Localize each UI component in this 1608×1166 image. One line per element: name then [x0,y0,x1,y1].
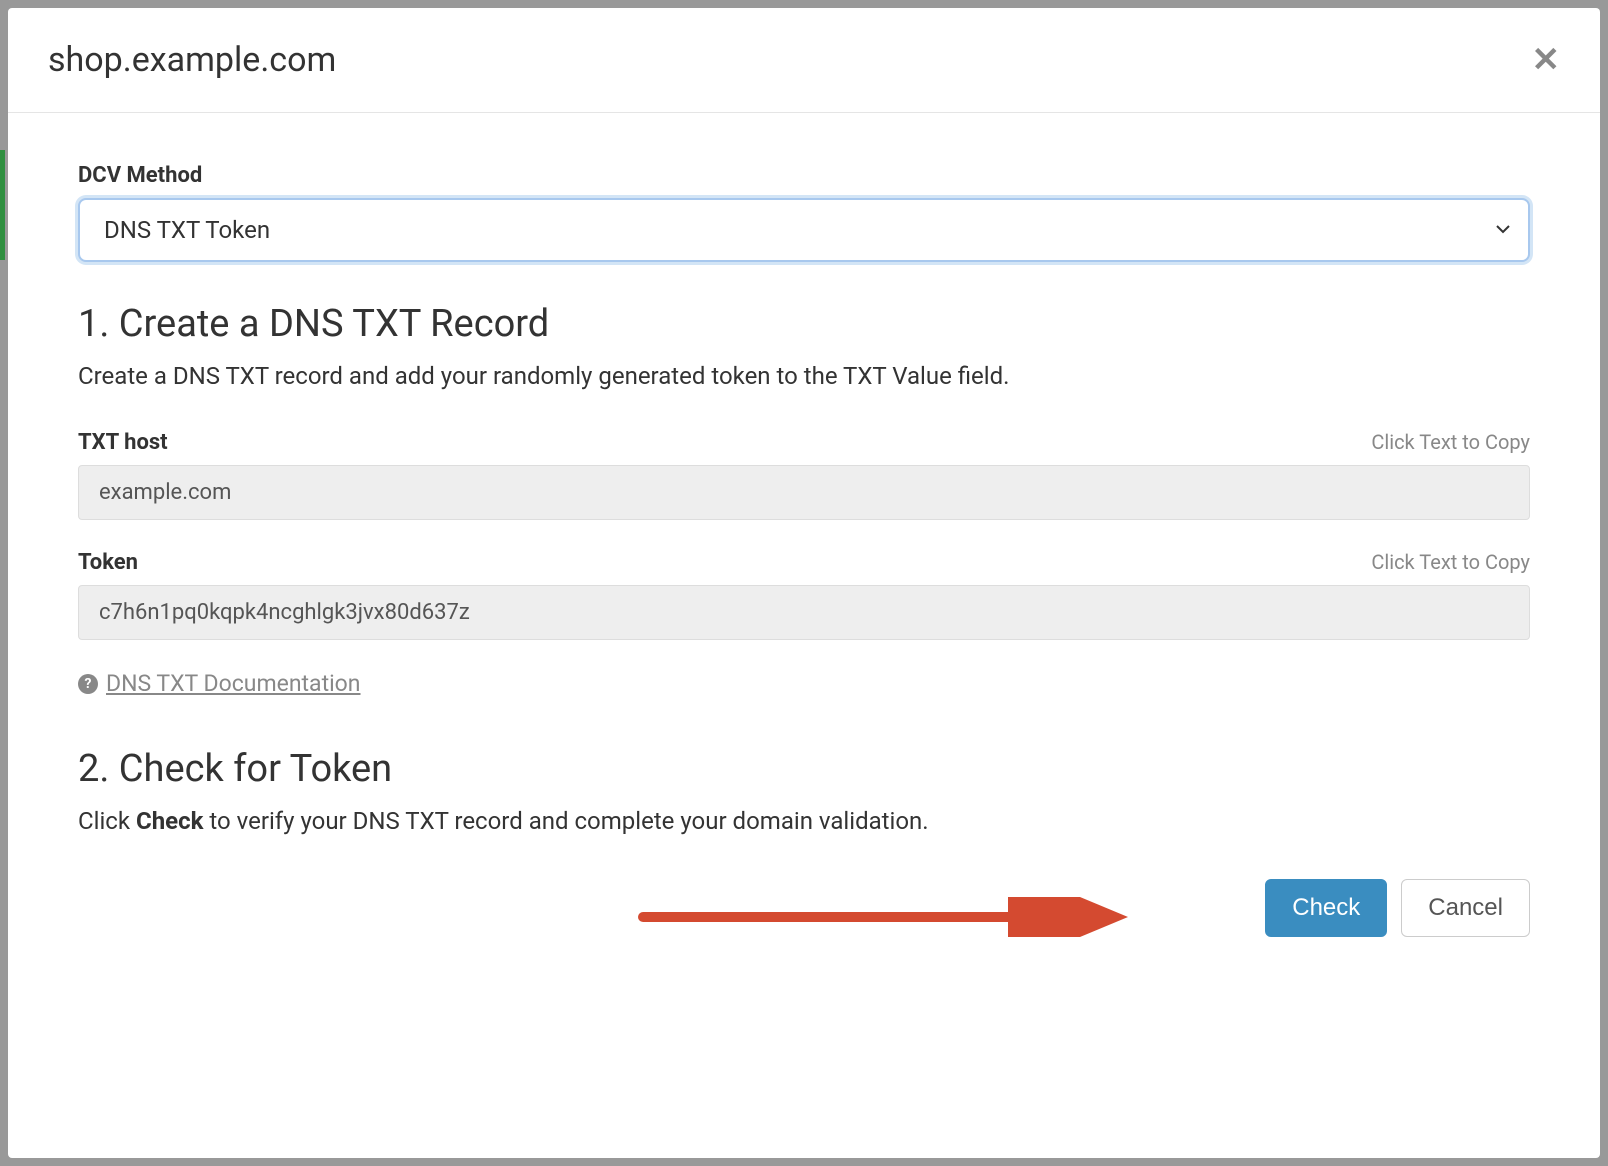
section1-heading: 1. Create a DNS TXT Record [78,302,1530,346]
cancel-button[interactable]: Cancel [1401,879,1530,937]
section2-desc-prefix: Click [78,807,136,835]
dcv-method-select-wrapper: DNS TXT Token [78,198,1530,262]
doc-link-text: DNS TXT Documentation [106,670,361,697]
dns-txt-documentation-link[interactable]: ? DNS TXT Documentation [78,670,361,697]
section2-desc-bold: Check [136,807,203,835]
modal-header: shop.example.com ✕ [8,8,1600,113]
dcv-method-select[interactable]: DNS TXT Token [78,198,1530,262]
section2-heading: 2. Check for Token [78,747,1530,791]
section2-desc-suffix: to verify your DNS TXT record and comple… [203,807,928,835]
modal-title: shop.example.com [48,40,336,80]
dcv-modal: shop.example.com ✕ DCV Method DNS TXT To… [8,8,1600,1158]
token-copy-hint: Click Text to Copy [1371,550,1530,574]
section1-description: Create a DNS TXT record and add your ran… [78,358,1530,394]
check-button[interactable]: Check [1265,879,1387,937]
arrow-annotation [638,897,1128,937]
token-label: Token [78,550,138,575]
modal-body: DCV Method DNS TXT Token 1. Create a DNS… [8,113,1600,977]
close-icon: ✕ [1532,41,1561,79]
txt-host-value[interactable]: example.com [78,465,1530,520]
button-row: Check Cancel [78,879,1530,937]
txt-host-label-row: TXT host Click Text to Copy [78,430,1530,465]
section2-description: Click Check to verify your DNS TXT recor… [78,803,1530,839]
background-fragment [0,150,5,260]
token-label-row: Token Click Text to Copy [78,550,1530,585]
token-value[interactable]: c7h6n1pq0kqpk4ncghlgk3jvx80d637z [78,585,1530,640]
txt-host-label: TXT host [78,430,168,455]
dcv-method-label: DCV Method [78,163,1530,188]
help-icon: ? [78,674,98,694]
txt-host-copy-hint: Click Text to Copy [1371,430,1530,454]
close-button[interactable]: ✕ [1532,43,1561,77]
